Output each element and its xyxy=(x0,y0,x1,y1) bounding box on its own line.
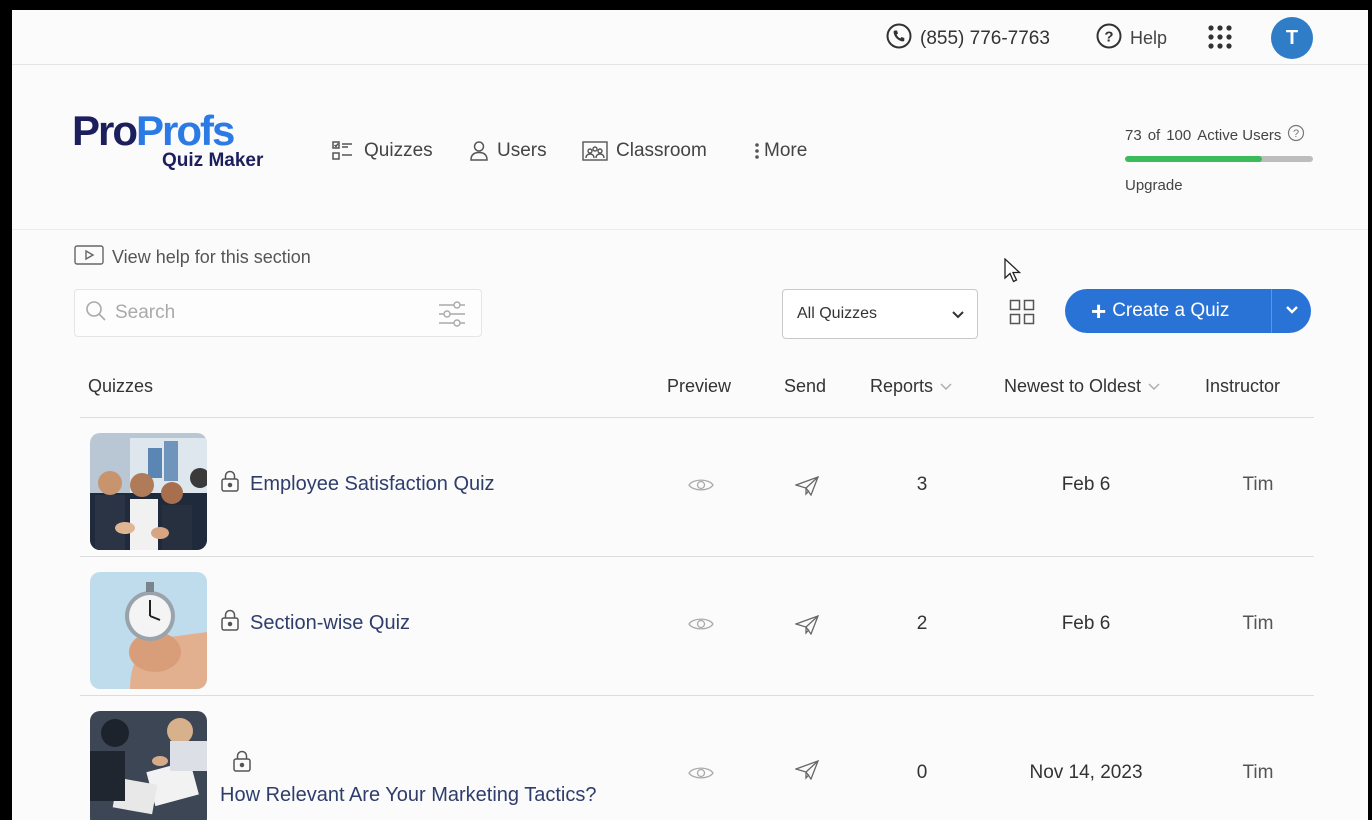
logo-subtitle: Quiz Maker xyxy=(162,150,264,171)
header-instructor: Instructor xyxy=(1205,376,1281,396)
create-quiz-button: + Create a Quiz xyxy=(1065,289,1311,333)
quiz-filter-value: All Quizzes xyxy=(797,305,878,322)
preview-eye-icon[interactable] xyxy=(688,764,714,787)
search-box xyxy=(74,289,482,337)
proprofs-logo[interactable]: ProProfs Quiz Maker xyxy=(72,110,272,180)
lock-icon xyxy=(220,609,240,637)
active-users-progress xyxy=(1125,156,1313,162)
classroom-icon xyxy=(582,140,608,162)
chevron-down-icon xyxy=(939,376,953,397)
question-circle-icon: ? xyxy=(1096,23,1122,54)
create-quiz-main[interactable]: + Create a Quiz xyxy=(1065,289,1271,333)
chevron-down-icon xyxy=(951,307,965,325)
header-reports-label: Reports xyxy=(870,376,934,396)
phone-icon xyxy=(886,23,912,55)
nav-users[interactable]: Users xyxy=(469,140,547,162)
mouse-pointer-icon xyxy=(1004,257,1022,289)
nav-quizzes-label: Quizzes xyxy=(364,140,433,161)
quiz-filter-select[interactable]: All Quizzes xyxy=(782,289,978,339)
nav-users-label: Users xyxy=(497,140,547,161)
quiz-thumbnail[interactable] xyxy=(90,433,207,550)
nav-more[interactable]: More xyxy=(754,140,807,162)
table-header: Quizzes Preview Send Reports Newest to O… xyxy=(80,366,1314,418)
video-play-icon xyxy=(74,244,104,271)
active-users-count: 73 of 100 Active Users ? xyxy=(1125,124,1315,146)
quiz-date: Feb 6 xyxy=(1061,613,1111,634)
nav-classroom-label: Classroom xyxy=(616,140,707,161)
filter-sliders-icon[interactable] xyxy=(437,300,467,333)
nav-more-label: More xyxy=(764,140,808,161)
search-input[interactable] xyxy=(115,302,425,324)
send-plane-icon[interactable] xyxy=(793,475,820,501)
send-plane-icon[interactable] xyxy=(793,614,820,640)
active-users-progress-fill xyxy=(1125,156,1263,162)
header-preview: Preview xyxy=(667,376,732,396)
preview-eye-icon[interactable] xyxy=(688,476,714,499)
create-quiz-dropdown[interactable] xyxy=(1272,289,1311,333)
reports-count[interactable]: 3 xyxy=(902,474,942,496)
view-help-link[interactable]: View help for this section xyxy=(74,244,311,271)
header-sort-label: Newest to Oldest xyxy=(1004,376,1142,396)
svg-text:?: ? xyxy=(1293,128,1299,140)
app-window: (855) 776-7763 ? Help T ProProfs Quiz Ma… xyxy=(12,10,1368,820)
info-icon[interactable]: ? xyxy=(1287,124,1305,146)
instructor-name: Tim xyxy=(1242,762,1274,783)
view-help-label: View help for this section xyxy=(112,247,311,267)
apps-grid-icon[interactable] xyxy=(1207,24,1233,50)
nav-quizzes[interactable]: Quizzes xyxy=(332,140,433,162)
main-header: ProProfs Quiz Maker Quizzes Users Classr… xyxy=(12,66,1368,230)
preview-eye-icon[interactable] xyxy=(688,615,714,638)
create-quiz-label: Create a Quiz xyxy=(1112,300,1230,321)
header-send: Send xyxy=(784,376,827,396)
header-reports[interactable]: Reports xyxy=(870,376,953,397)
quiz-date: Feb 6 xyxy=(1061,474,1111,495)
phone-number: (855) 776-7763 xyxy=(920,28,1050,49)
help-label: Help xyxy=(1130,28,1168,48)
quiz-thumbnail[interactable] xyxy=(90,711,207,820)
user-avatar[interactable]: T xyxy=(1271,17,1313,59)
quiz-thumbnail[interactable] xyxy=(90,572,207,689)
help-button[interactable]: ? Help xyxy=(1096,23,1167,54)
instructor-name: Tim xyxy=(1242,613,1274,634)
quiz-title-text: Section-wise Quiz xyxy=(250,611,411,634)
lock-icon xyxy=(220,470,240,498)
upgrade-link[interactable]: Upgrade xyxy=(1125,177,1315,194)
quiz-title-text: Employee Satisfaction Quiz xyxy=(250,472,495,495)
quiz-list-icon xyxy=(332,140,356,162)
table-row[interactable]: How Relevant Are Your Marketing Tactics?… xyxy=(80,696,1314,820)
nav-classroom[interactable]: Classroom xyxy=(582,140,707,162)
phone-contact[interactable]: (855) 776-7763 xyxy=(886,23,1050,55)
table-row[interactable]: Section-wise Quiz 2 Feb 6 Tim xyxy=(80,557,1314,696)
more-vertical-icon xyxy=(754,141,760,161)
search-icon xyxy=(85,300,107,327)
top-utility-bar: (855) 776-7763 ? Help T xyxy=(12,10,1368,65)
active-users-widget: 73 of 100 Active Users ? Upgrade xyxy=(1125,124,1315,194)
user-icon xyxy=(469,140,489,162)
svg-text:?: ? xyxy=(1104,29,1113,46)
quiz-title[interactable]: Employee Satisfaction Quiz xyxy=(220,470,495,498)
quiz-date: Nov 14, 2023 xyxy=(1029,762,1143,783)
lock-icon xyxy=(232,750,252,777)
logo-brand: ProProfs xyxy=(72,107,235,154)
reports-count[interactable]: 2 xyxy=(902,613,942,635)
reports-count[interactable]: 0 xyxy=(902,762,942,784)
chevron-down-icon xyxy=(1147,376,1161,397)
chevron-down-icon xyxy=(1285,302,1299,320)
quiz-title[interactable]: Section-wise Quiz xyxy=(220,609,410,637)
table-row[interactable]: Employee Satisfaction Quiz 3 Feb 6 Tim xyxy=(80,418,1314,557)
header-sort[interactable]: Newest to Oldest xyxy=(1004,376,1161,397)
plus-icon: + xyxy=(1091,296,1107,326)
instructor-name: Tim xyxy=(1242,474,1274,495)
header-quizzes: Quizzes xyxy=(88,376,154,396)
quiz-title-text[interactable]: How Relevant Are Your Marketing Tactics? xyxy=(220,784,597,807)
grid-view-icon[interactable] xyxy=(1009,299,1035,330)
send-plane-icon[interactable] xyxy=(793,759,820,785)
